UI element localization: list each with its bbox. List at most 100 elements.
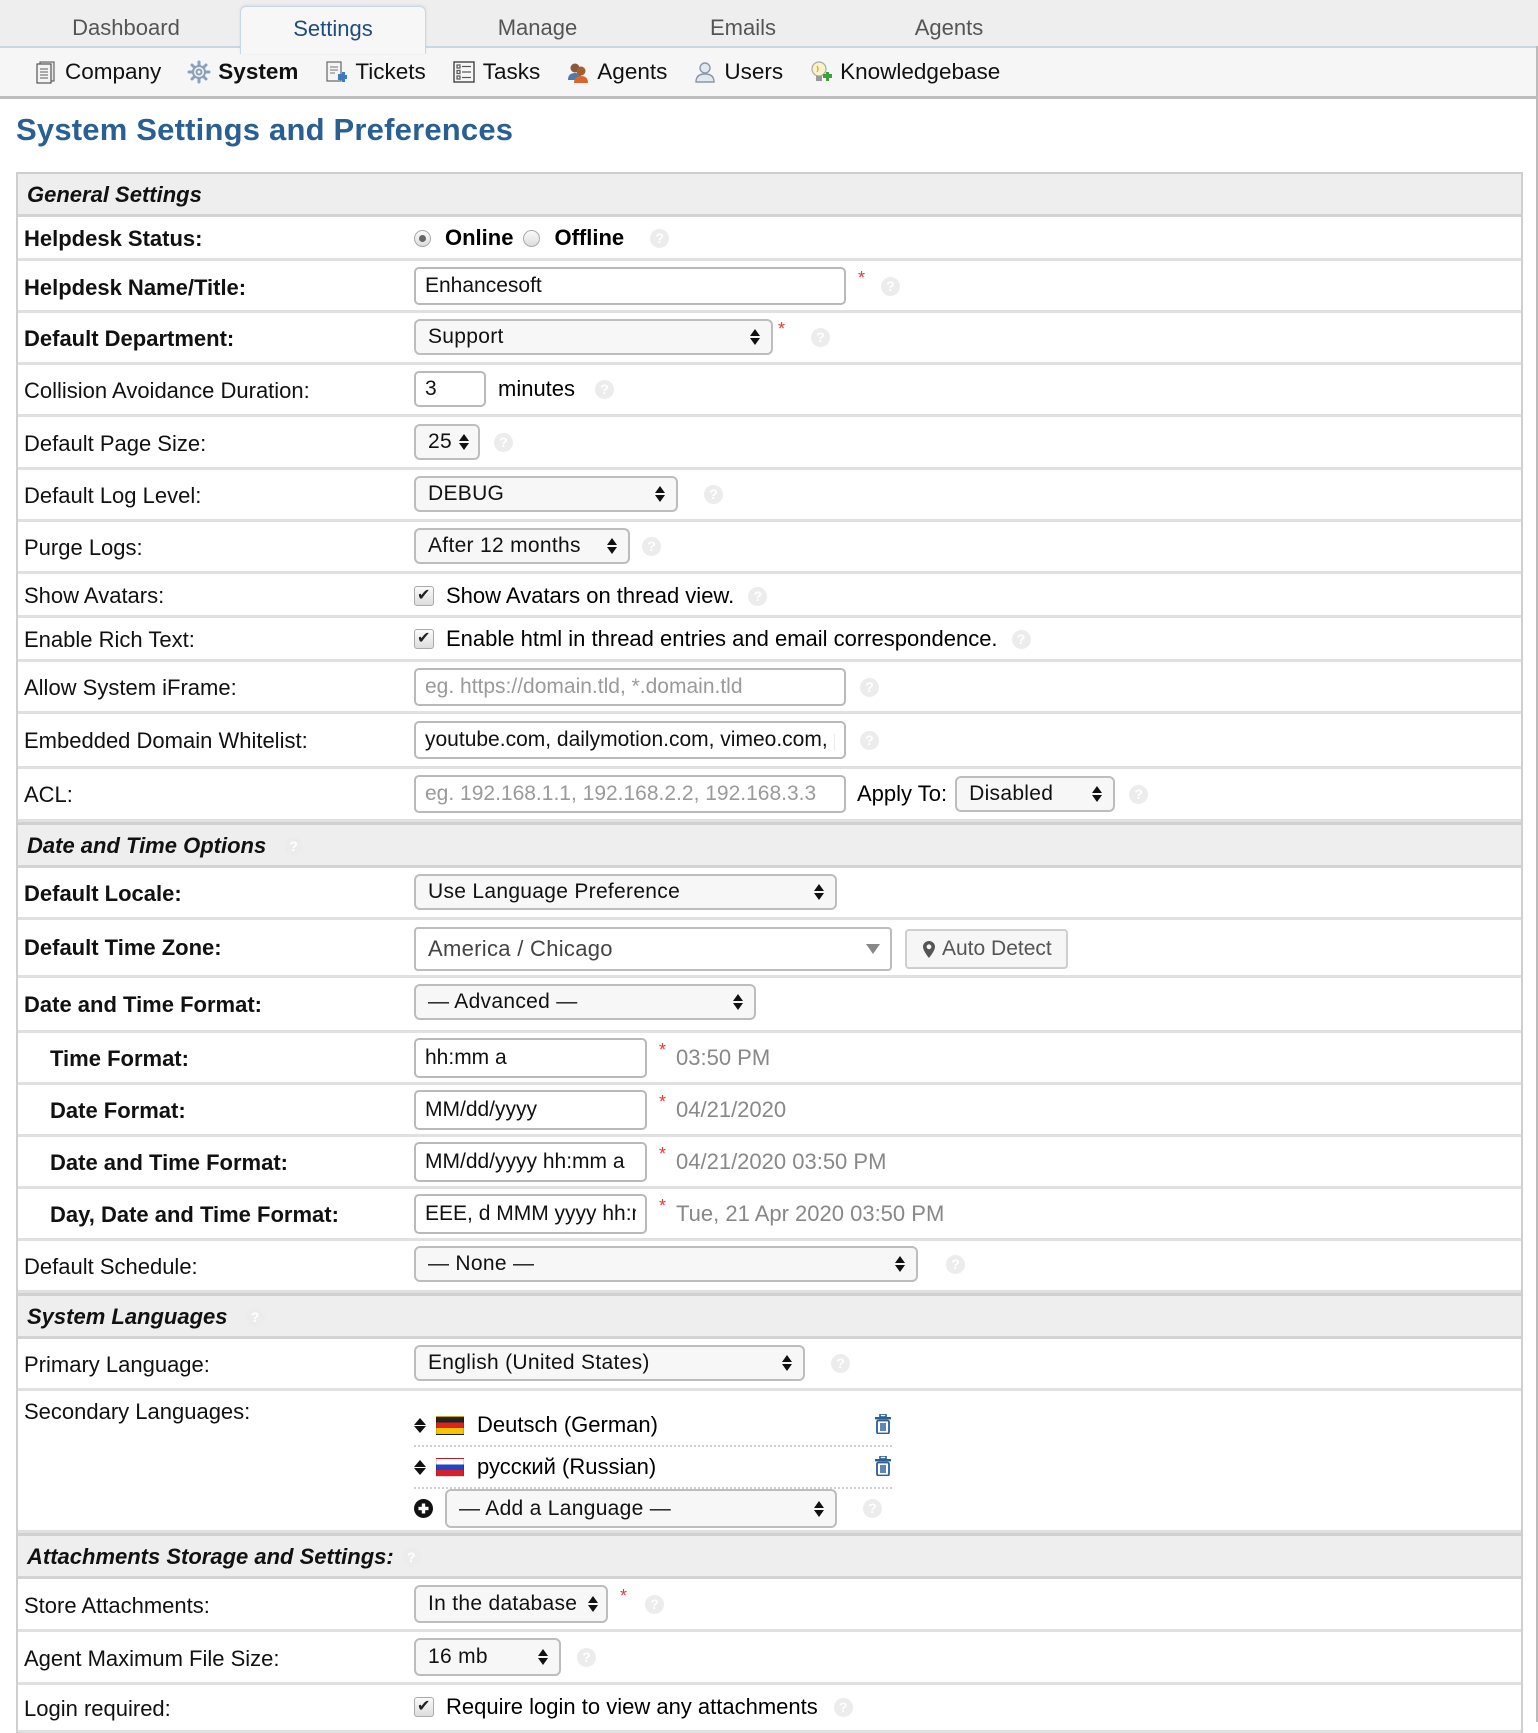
drag-handle-icon[interactable] — [414, 1417, 426, 1433]
subnav-knowledgebase-label: Knowledgebase — [840, 59, 1001, 84]
timezone-select[interactable]: America / Chicago — [414, 927, 892, 971]
row-timezone: Default Time Zone: America / Chicago Aut… — [18, 920, 1521, 978]
help-icon[interactable]: ? — [863, 1499, 882, 1518]
gear-icon — [187, 60, 211, 84]
select-value: — Advanced — — [428, 990, 578, 1013]
tab-manage[interactable]: Manage — [460, 0, 615, 46]
row-time-format: Time Format: * 03:50 PM — [18, 1033, 1521, 1085]
select-value: 16 mb — [428, 1645, 488, 1668]
acl-input[interactable] — [414, 775, 846, 813]
dropdown-arrow-icon — [866, 944, 880, 954]
lightbulb-icon — [809, 60, 833, 84]
section-date-time: Date and Time Options? — [18, 822, 1521, 868]
whitelist-input[interactable] — [414, 721, 846, 759]
help-icon[interactable]: ? — [831, 1353, 850, 1373]
helpdesk-name-input[interactable] — [414, 267, 846, 305]
label-time-format: Time Format: — [50, 1046, 189, 1071]
help-icon[interactable]: ? — [577, 1647, 596, 1667]
page-title: System Settings and Preferences — [16, 112, 514, 147]
auto-detect-button[interactable]: Auto Detect — [905, 929, 1068, 969]
help-icon[interactable]: ? — [811, 327, 831, 347]
datetime-format-select[interactable]: — Advanced — — [414, 984, 756, 1020]
schedule-select[interactable]: — None — — [414, 1246, 918, 1282]
add-language-select[interactable]: — Add a Language — — [445, 1489, 837, 1528]
tab-agents[interactable]: Agents — [874, 0, 1024, 46]
subnav-users[interactable]: Users — [693, 59, 783, 85]
help-icon[interactable]: ? — [748, 586, 768, 606]
tab-dashboard[interactable]: Dashboard — [46, 0, 206, 46]
label-whitelist: Embedded Domain Whitelist: — [24, 728, 308, 753]
locale-select[interactable]: Use Language Preference — [414, 874, 837, 910]
help-icon[interactable]: ? — [860, 677, 879, 697]
time-format-input[interactable] — [414, 1038, 647, 1078]
row-rich-text: Enable Rich Text: Enable html in thread … — [18, 618, 1521, 662]
day-date-time-format-preview: Tue, 21 Apr 2020 03:50 PM — [676, 1201, 945, 1226]
row-max-file-size: Agent Maximum File Size: 16 mb ? — [18, 1632, 1521, 1685]
select-arrows-icon — [1089, 786, 1105, 802]
add-circle-icon[interactable] — [414, 1499, 433, 1518]
help-icon[interactable]: ? — [642, 536, 661, 556]
user-icon — [693, 60, 717, 84]
select-value: English (United States) — [428, 1351, 650, 1374]
help-icon[interactable]: ? — [704, 484, 723, 504]
help-icon[interactable]: ? — [833, 1697, 853, 1717]
purge-logs-select[interactable]: After 12 months — [414, 528, 630, 564]
select-arrows-icon — [456, 434, 472, 450]
store-attachments-select[interactable]: In the database — [414, 1585, 608, 1623]
max-file-size-select[interactable]: 16 mb — [414, 1638, 561, 1676]
date-time-format-preview: 04/21/2020 03:50 PM — [676, 1149, 887, 1174]
trash-icon[interactable] — [874, 1414, 892, 1434]
subnav-tickets[interactable]: Tickets — [324, 59, 426, 85]
help-icon[interactable]: ? — [1129, 784, 1149, 804]
radio-offline[interactable] — [523, 229, 541, 247]
language-item: Deutsch (German) — [414, 1405, 892, 1447]
help-icon[interactable]: ? — [650, 228, 670, 248]
default-department-select[interactable]: Support — [414, 319, 773, 355]
subnav-system[interactable]: System — [187, 59, 298, 85]
help-icon[interactable]: ? — [494, 432, 513, 452]
help-icon[interactable]: ? — [595, 379, 615, 399]
show-avatars-checkbox[interactable] — [414, 585, 434, 606]
auto-detect-label: Auto Detect — [942, 937, 1052, 960]
login-required-checkbox[interactable] — [414, 1696, 434, 1717]
subnav-company[interactable]: Company — [34, 59, 161, 85]
help-icon[interactable]: ? — [245, 1307, 265, 1327]
day-date-time-format-input[interactable] — [414, 1194, 647, 1234]
map-pin-icon — [923, 940, 935, 958]
help-icon[interactable]: ? — [946, 1254, 965, 1274]
help-icon[interactable]: ? — [860, 730, 879, 750]
page-size-select[interactable]: 25 — [414, 424, 480, 460]
log-level-select[interactable]: DEBUG — [414, 476, 678, 512]
tab-settings[interactable]: Settings — [240, 6, 426, 54]
acl-apply-select[interactable]: Disabled — [955, 776, 1116, 812]
select-value: — None — — [428, 1252, 535, 1275]
date-format-input[interactable] — [414, 1090, 647, 1130]
rich-text-checkbox[interactable] — [414, 628, 434, 649]
primary-language-select[interactable]: English (United States) — [414, 1345, 805, 1381]
label-purge-logs: Purge Logs: — [24, 535, 143, 560]
tab-emails[interactable]: Emails — [668, 0, 818, 46]
help-icon[interactable]: ? — [401, 1547, 421, 1567]
row-date-time-format: Date and Time Format: * 04/21/2020 03:50… — [18, 1137, 1521, 1189]
task-list-icon — [452, 60, 476, 84]
subnav-agents[interactable]: Agents — [566, 59, 667, 85]
iframe-input[interactable] — [414, 668, 846, 706]
subnav-tasks[interactable]: Tasks — [452, 59, 540, 85]
trash-icon[interactable] — [874, 1456, 892, 1476]
radio-online[interactable] — [414, 229, 431, 247]
label-schedule: Default Schedule: — [24, 1254, 198, 1279]
select-arrows-icon — [892, 1256, 908, 1272]
help-icon[interactable]: ? — [1011, 629, 1031, 649]
collision-duration-input[interactable] — [414, 371, 486, 407]
drag-handle-icon[interactable] — [414, 1459, 426, 1475]
help-icon[interactable]: ? — [645, 1594, 665, 1614]
help-icon[interactable]: ? — [284, 836, 304, 856]
label-timezone: Default Time Zone: — [24, 935, 222, 960]
help-icon[interactable]: ? — [881, 276, 901, 296]
row-date-format: Date Format: * 04/21/2020 — [18, 1085, 1521, 1137]
label-page-size: Default Page Size: — [24, 431, 207, 456]
date-time-format-input[interactable] — [414, 1142, 647, 1182]
subnav-knowledgebase[interactable]: Knowledgebase — [809, 59, 1000, 85]
select-value: After 12 months — [428, 534, 581, 557]
section-attachments: Attachments Storage and Settings:? — [18, 1533, 1521, 1579]
